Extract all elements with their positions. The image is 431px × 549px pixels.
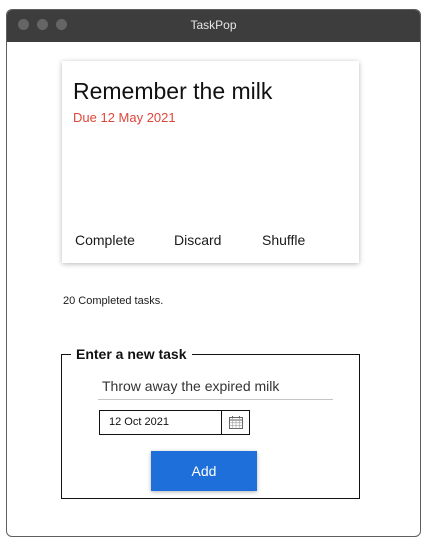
- calendar-icon: [229, 416, 243, 429]
- title-bar: TaskPop: [7, 10, 420, 42]
- discard-button[interactable]: Discard: [174, 232, 221, 248]
- app-window: TaskPop Remember the milk Due 12 May 202…: [6, 9, 421, 537]
- date-picker[interactable]: 12 Oct 2021: [99, 410, 250, 435]
- completed-count: 20 Completed tasks.: [63, 295, 164, 307]
- task-card: Remember the milk Due 12 May 2021 Comple…: [62, 61, 359, 263]
- add-button[interactable]: Add: [151, 451, 257, 491]
- task-input[interactable]: [98, 373, 333, 400]
- new-task-group: Enter a new task 12 Oct 2021 Add: [61, 346, 360, 499]
- task-due-date: Due 12 May 2021: [73, 110, 176, 125]
- window-title: TaskPop: [190, 18, 237, 32]
- task-title: Remember the milk: [73, 78, 273, 104]
- complete-button[interactable]: Complete: [75, 232, 135, 248]
- shuffle-button[interactable]: Shuffle: [262, 232, 305, 248]
- new-task-legend: Enter a new task: [71, 346, 192, 362]
- calendar-button[interactable]: [222, 411, 250, 434]
- date-value[interactable]: 12 Oct 2021: [109, 416, 169, 428]
